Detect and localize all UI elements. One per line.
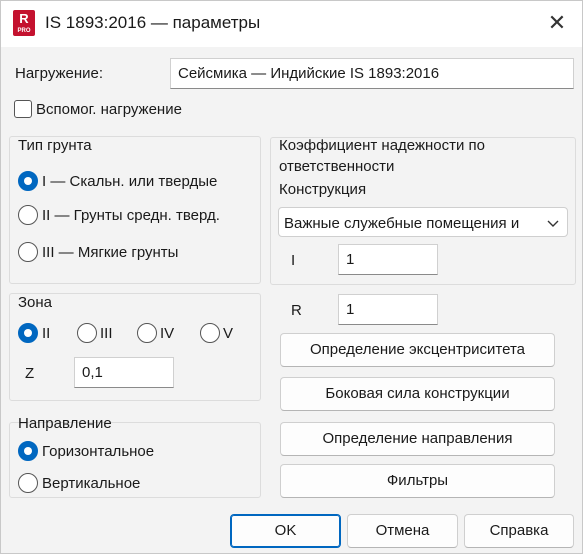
direction-vertical-label: Вертикальное — [42, 475, 141, 492]
z-label: Z — [25, 365, 35, 382]
load-label: Нагружение: — [15, 65, 104, 82]
filters-button[interactable]: Фильтры — [280, 464, 555, 498]
structure-label: Конструкция — [279, 181, 367, 198]
z-field[interactable]: 0,1 — [74, 357, 174, 388]
aux-load-label: Вспомог. нагружение — [36, 101, 182, 118]
soil-type-title: Тип грунта — [18, 137, 92, 154]
zone-iv-label: IV — [160, 325, 175, 342]
structure-value: Важные служебные помещения и — [284, 215, 520, 232]
eccentricity-button[interactable]: Определение эксцентриситета — [280, 333, 555, 367]
i-label: I — [291, 252, 296, 269]
soil-rock-label: I — Скальн. или твердые — [42, 173, 218, 190]
importance-title-line1: Коэффициент надежности по — [279, 137, 486, 154]
i-field[interactable]: 1 — [338, 244, 438, 275]
aux-load-checkbox[interactable] — [14, 100, 32, 118]
window-title: IS 1893:2016 — параметры — [45, 13, 261, 32]
zone-radio-iii[interactable] — [77, 323, 97, 343]
soil-radio-medium[interactable] — [18, 205, 38, 225]
zone-radio-ii[interactable] — [18, 323, 38, 343]
importance-title-line2: ответственности — [279, 158, 395, 175]
soil-radio-soft[interactable] — [18, 242, 38, 262]
direction-title: Направление — [18, 415, 112, 432]
zone-iii-label: III — [100, 325, 113, 342]
direction-horizontal-label: Горизонтальное — [42, 443, 155, 460]
app-logo-letter: R — [19, 11, 29, 26]
r-field[interactable]: 1 — [338, 294, 438, 325]
zone-title: Зона — [18, 294, 53, 311]
title-bar: R PRO IS 1893:2016 — параметры ✕ — [1, 1, 582, 47]
structure-dropdown[interactable]: Важные служебные помещения и — [278, 207, 568, 237]
app-logo-icon: R PRO — [13, 10, 35, 36]
cancel-button[interactable]: Отмена — [347, 514, 458, 548]
direction-radio-horizontal[interactable] — [18, 441, 38, 461]
direction-radio-vertical[interactable] — [18, 473, 38, 493]
zone-ii-label: II — [42, 325, 51, 342]
chevron-down-icon — [547, 216, 559, 231]
zone-radio-iv[interactable] — [137, 323, 157, 343]
soil-medium-label: II — Грунты средн. тверд. — [42, 207, 220, 224]
ok-button[interactable]: OK — [230, 514, 341, 548]
direction-definition-button[interactable]: Определение направления — [280, 422, 555, 456]
load-field[interactable]: Сейсмика — Индийские IS 1893:2016 — [170, 58, 574, 89]
soil-radio-rock[interactable] — [18, 171, 38, 191]
zone-v-label: V — [223, 325, 234, 342]
app-logo-sub: PRO — [17, 28, 31, 34]
r-label: R — [291, 302, 302, 319]
close-icon[interactable]: ✕ — [541, 9, 573, 39]
dialog-window: R PRO IS 1893:2016 — параметры ✕ Нагруже… — [0, 0, 583, 554]
zone-radio-v[interactable] — [200, 323, 220, 343]
lateral-force-button[interactable]: Боковая сила конструкции — [280, 377, 555, 411]
help-button[interactable]: Справка — [464, 514, 574, 548]
soil-soft-label: III — Мягкие грунты — [42, 244, 179, 261]
